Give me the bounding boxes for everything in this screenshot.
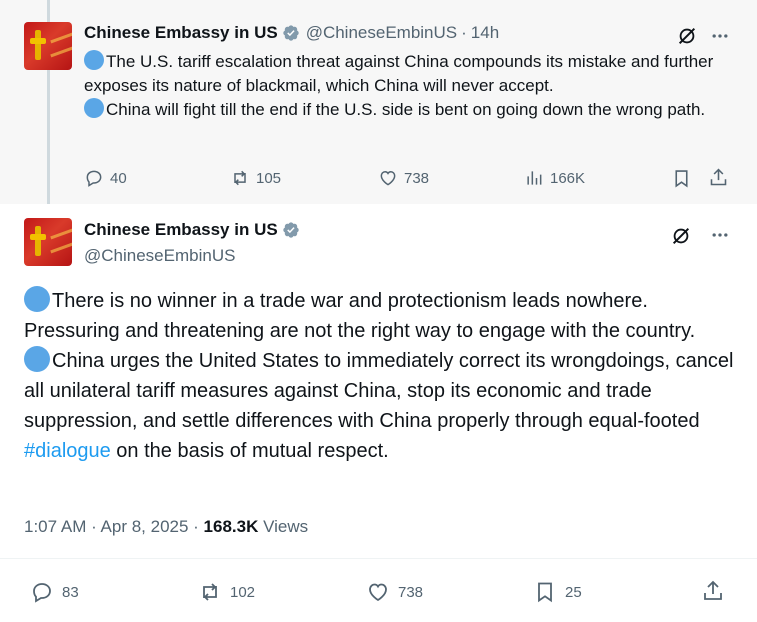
handle[interactable]: @ChineseEmbinUS [306, 23, 457, 43]
tweet-paragraph: There is no winner in a trade war and pr… [24, 286, 744, 346]
more-icon[interactable] [710, 225, 730, 245]
blue-circle-emoji [84, 50, 104, 70]
reply-button[interactable]: 40 [84, 168, 127, 188]
views-icon [527, 171, 542, 185]
repost-icon [234, 170, 246, 186]
reply-count: 40 [110, 169, 127, 187]
share-icon[interactable] [708, 167, 729, 188]
blue-circle-emoji [84, 98, 104, 118]
paragraph-text: on the basis of mutual respect. [110, 440, 389, 462]
views-label: Views [258, 517, 309, 536]
views-count: 166K [550, 169, 586, 187]
repost-button[interactable]: 102 [198, 580, 255, 604]
paragraph-text: China will fight till the end if the U.S… [106, 100, 706, 119]
flag-stripe [50, 227, 72, 240]
paragraph-text: There is no winner in a trade war and pr… [24, 290, 696, 342]
like-button[interactable]: 738 [378, 168, 429, 188]
flag-stripe [50, 45, 72, 58]
views-button[interactable]: 166K [524, 168, 585, 188]
flag-stripe [50, 31, 72, 44]
tweet-text: The U.S. tariff escalation threat agains… [84, 50, 734, 122]
repost-count: 102 [230, 583, 256, 601]
flag-stripe [50, 241, 72, 254]
display-name[interactable]: Chinese Embassy in US [84, 220, 278, 240]
tweet-meta: 1:07 AM · Apr 8, 2025 · 168.3K Views [24, 517, 308, 537]
repost-button[interactable]: 105 [230, 168, 281, 188]
verified-badge-icon [283, 222, 299, 238]
paragraph-text: The U.S. tariff escalation threat agains… [84, 52, 714, 95]
more-icon[interactable] [710, 26, 730, 46]
avatar[interactable] [24, 22, 72, 70]
share-icon[interactable] [701, 579, 725, 603]
timestamp[interactable]: 1:07 AM · Apr 8, 2025 · [24, 517, 204, 536]
like-icon [369, 583, 387, 602]
handle[interactable]: @ChineseEmbinUS [84, 246, 235, 266]
tweet-paragraph: China will fight till the end if the U.S… [84, 98, 734, 122]
like-icon [380, 170, 396, 186]
views-count: 168.3K [203, 517, 259, 536]
paragraph-text: China urges the United States to immedia… [24, 350, 734, 432]
separator-dot: · [461, 23, 467, 42]
grok-icon[interactable] [670, 225, 692, 247]
verified-badge-icon [283, 25, 299, 41]
repost-count: 105 [256, 169, 282, 187]
avatar[interactable] [24, 218, 72, 266]
bookmark-count: 25 [565, 583, 582, 601]
reply-button[interactable]: 83 [30, 580, 79, 604]
tweet-paragraph: The U.S. tariff escalation threat agains… [84, 50, 734, 98]
tweet-text: There is no winner in a trade war and pr… [24, 286, 744, 466]
timestamp[interactable]: 14h [471, 23, 499, 43]
reply-icon [33, 583, 51, 603]
flag-emblem [30, 226, 46, 258]
reply-count: 83 [62, 583, 79, 601]
display-name[interactable]: Chinese Embassy in US [84, 23, 278, 43]
tweet-paragraph: China urges the United States to immedia… [24, 346, 744, 466]
bookmark-button[interactable]: 25 [533, 580, 582, 604]
bookmark-icon[interactable] [671, 168, 692, 189]
reply-icon [86, 170, 102, 187]
like-count: 738 [404, 169, 430, 187]
like-button[interactable]: 738 [366, 580, 423, 604]
tweet-header: Chinese Embassy in US [84, 220, 300, 240]
hashtag-link[interactable]: #dialogue [24, 440, 111, 462]
bookmark-icon [538, 582, 552, 603]
flag-emblem [30, 30, 46, 62]
like-count: 738 [398, 583, 424, 601]
repost-icon [203, 583, 217, 601]
blue-circle-emoji [24, 286, 50, 312]
blue-circle-emoji [24, 346, 50, 372]
grok-icon[interactable] [676, 25, 698, 47]
divider [0, 558, 757, 559]
tweet-header: Chinese Embassy in US @ChineseEmbinUS · … [84, 23, 499, 43]
